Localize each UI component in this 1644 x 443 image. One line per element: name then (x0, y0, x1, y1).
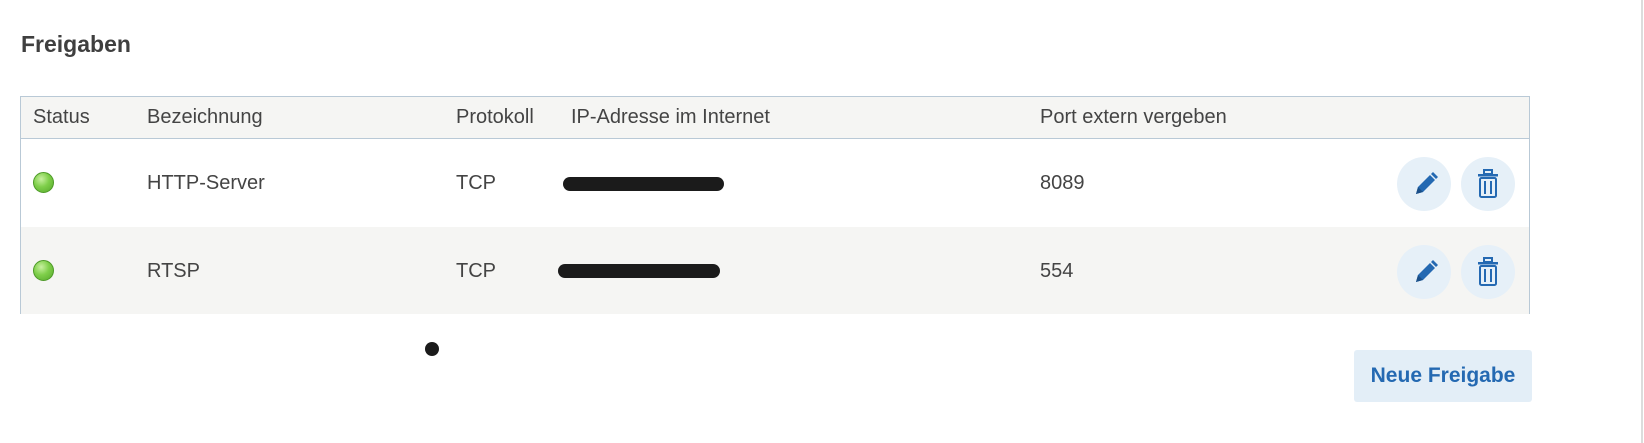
row-name: RTSP (147, 260, 200, 282)
row-name: HTTP-Server (147, 172, 265, 194)
section-title: Freigaben (21, 31, 131, 57)
row-port: 554 (1040, 260, 1074, 282)
column-header-protocol: Protokoll (456, 106, 534, 128)
redaction-mark (425, 342, 439, 356)
status-indicator-icon (33, 172, 54, 193)
table-row: HTTP-Server TCP 8089 (21, 139, 1529, 227)
edit-button[interactable] (1397, 245, 1451, 299)
trash-icon (1478, 257, 1498, 286)
column-header-ip: IP-Adresse im Internet (571, 106, 770, 128)
edit-button[interactable] (1397, 157, 1451, 211)
new-share-button[interactable]: Neue Freigabe (1354, 350, 1532, 402)
delete-button[interactable] (1461, 157, 1515, 211)
column-header-status: Status (33, 106, 90, 128)
column-header-port: Port extern vergeben (1040, 106, 1227, 128)
pencil-icon (1416, 172, 1438, 194)
row-protocol: TCP (456, 260, 496, 282)
row-port: 8089 (1040, 172, 1085, 194)
status-indicator-icon (33, 260, 54, 281)
column-header-name: Bezeichnung (147, 106, 263, 128)
port-sharing-table: Status Bezeichnung Protokoll IP-Adresse … (20, 96, 1530, 314)
trash-icon (1478, 169, 1498, 198)
row-protocol: TCP (456, 172, 496, 194)
table-row: RTSP TCP 554 (21, 227, 1529, 314)
pencil-icon (1416, 260, 1438, 282)
table-header: Status Bezeichnung Protokoll IP-Adresse … (21, 97, 1529, 139)
scrollbar[interactable] (1641, 0, 1643, 443)
redacted-ip (558, 264, 720, 278)
delete-button[interactable] (1461, 245, 1515, 299)
page: Freigaben Status Bezeichnung Protokoll I… (0, 0, 1644, 443)
redacted-ip (563, 177, 724, 191)
